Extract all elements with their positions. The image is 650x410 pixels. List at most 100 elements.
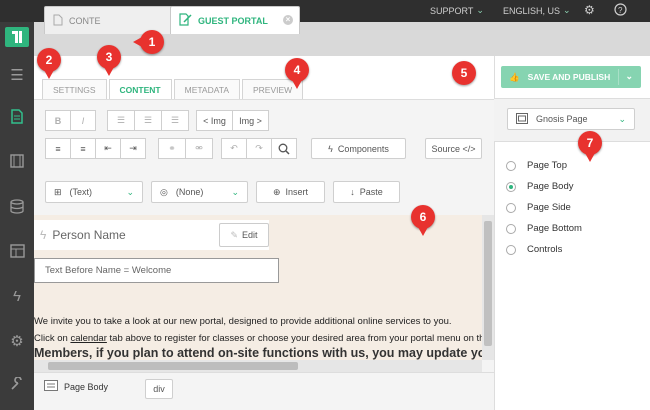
radio-button[interactable] (506, 223, 516, 234)
chevron-down-icon: ⌄ (476, 5, 484, 15)
publish-label: SAVE AND PUBLISH (527, 72, 611, 82)
radio-button[interactable] (506, 244, 516, 255)
numbered-list-icon[interactable]: ≡ (70, 138, 96, 159)
element-tag-button[interactable]: div (145, 379, 173, 399)
region-indicator[interactable]: Page Body (44, 380, 108, 393)
sub-tabs: SETTINGS CONTENT METADATA PREVIEW (42, 79, 305, 99)
undo-icon[interactable]: ↶ (221, 138, 247, 159)
components-label: Components (337, 143, 389, 154)
document-icon (53, 14, 63, 28)
plus-circle-icon: ⊕ (272, 186, 281, 197)
italic-button[interactable]: I (70, 110, 96, 131)
chevron-down-icon: ⌄ (618, 113, 626, 124)
region-option-label: Page Side (527, 202, 571, 213)
horizontal-scrollbar[interactable] (34, 360, 482, 372)
region-option-page-side[interactable]: Page Side (506, 202, 571, 213)
text-before-name-field[interactable]: Text Before Name = Welcome (34, 258, 279, 283)
alignment-group: ☰ ☰ ☰ (107, 110, 189, 131)
tab-metadata[interactable]: METADATA (173, 79, 240, 99)
region-option-page-body[interactable]: Page Body (506, 181, 573, 192)
app-logo (5, 27, 29, 47)
gear-icon[interactable]: ⚙ (584, 3, 595, 17)
tab-settings[interactable]: SETTINGS (42, 79, 107, 99)
chevron-down-icon: ⌄ (231, 186, 239, 197)
save-and-publish-button[interactable]: 👍 SAVE AND PUBLISH ⌄ (501, 66, 641, 88)
scroll-thumb[interactable] (484, 221, 492, 346)
indent-icon[interactable]: ⇥ (120, 138, 146, 159)
link-icon[interactable]: ⚭ (158, 138, 186, 159)
chevron-down-icon: ⌄ (126, 186, 134, 197)
content-editor[interactable]: ϟ Person Name ✎ Edit Text Before Name = … (34, 215, 482, 360)
region-option-label: Page Bottom (527, 223, 582, 234)
table-icon[interactable] (0, 238, 34, 264)
radio-button-selected[interactable] (506, 181, 516, 192)
bold-button[interactable]: B (45, 110, 71, 131)
menu-icon[interactable]: ☰ (0, 62, 34, 88)
search-icon[interactable] (271, 138, 297, 159)
align-right-icon[interactable]: ☰ (161, 110, 189, 131)
tab-guest-portal[interactable]: GUEST PORTAL × (170, 6, 300, 34)
callout-6: 6 (411, 205, 435, 236)
bolt-icon[interactable]: ϟ (0, 283, 34, 309)
chevron-down-icon: ⌄ (563, 5, 571, 15)
arrow-down-icon: ↓ (350, 187, 355, 197)
source-button[interactable]: Source </> (425, 138, 482, 159)
outdent-icon[interactable]: ⇤ (95, 138, 121, 159)
support-link[interactable]: SUPPORT ⌄ (430, 5, 484, 16)
paragraph-text: Click on (34, 333, 71, 344)
align-left-icon[interactable]: ☰ (107, 110, 135, 131)
tab-label: GUEST PORTAL (198, 15, 268, 26)
paragraph-text: tab above to register for classes or cho… (106, 333, 482, 344)
calendar-paragraph: Click on calendar tab above to register … (34, 333, 482, 344)
edit-button[interactable]: ✎ Edit (219, 223, 269, 247)
keyboard-icon (44, 380, 58, 393)
unlink-icon[interactable]: ⚮ (185, 138, 213, 159)
format-select[interactable]: ⊞ (Text) ⌄ (45, 181, 143, 203)
link-group: ⚭ ⚮ (158, 138, 213, 159)
edit-document-icon (179, 13, 192, 28)
insert-button[interactable]: ⊕ Insert (256, 181, 325, 203)
class-select[interactable]: ◎ (None) ⌄ (151, 181, 248, 203)
pencil-icon: ✎ (230, 229, 239, 240)
region-option-label: Controls (527, 244, 563, 255)
tab-label: CONTE (69, 15, 101, 26)
paragraph-icon: ⊞ (54, 186, 62, 197)
page-select[interactable]: Gnosis Page ⌄ (507, 108, 635, 130)
components-button[interactable]: ϟ Components (311, 138, 406, 159)
paste-button[interactable]: ↓ Paste (333, 181, 400, 203)
bullet-list-icon[interactable]: ≡ (45, 138, 71, 159)
region-option-controls[interactable]: Controls (506, 244, 562, 255)
page-select-value: Gnosis Page (536, 114, 588, 124)
region-option-page-top[interactable]: Page Top (506, 160, 567, 171)
document-icon[interactable] (0, 103, 34, 129)
region-option-label: Page Body (527, 181, 574, 192)
palette-icon: ◎ (160, 186, 168, 197)
region-label: Page Body (64, 381, 109, 392)
help-icon[interactable]: ? (614, 3, 627, 16)
scroll-thumb[interactable] (48, 362, 298, 370)
divider (618, 69, 619, 85)
align-center-icon[interactable]: ☰ (134, 110, 162, 131)
image-left-button[interactable]: < Img (196, 110, 233, 131)
calendar-link[interactable]: calendar (70, 333, 106, 344)
language-link[interactable]: ENGLISH, US ⌄ (503, 5, 571, 16)
settings-gear-icon[interactable]: ⚙ (0, 328, 34, 354)
database-icon[interactable] (0, 193, 34, 219)
image-align-group: < Img Img > (196, 110, 269, 131)
image-right-button[interactable]: Img > (232, 110, 269, 131)
region-option-label: Page Top (527, 160, 567, 171)
callout-7: 7 (578, 131, 602, 162)
vertical-scrollbar[interactable] (482, 215, 494, 360)
region-option-page-bottom[interactable]: Page Bottom (506, 223, 582, 234)
film-icon[interactable] (0, 148, 34, 174)
callout-4: 4 (285, 58, 309, 89)
tab-content-editor[interactable]: CONTENT (108, 79, 172, 99)
callout-3: 3 (97, 45, 121, 76)
redo-icon[interactable]: ↷ (246, 138, 272, 159)
wrench-icon[interactable] (0, 371, 34, 397)
chevron-down-icon[interactable]: ⌄ (625, 71, 633, 82)
bolt-icon: ϟ (328, 143, 333, 154)
radio-button[interactable] (506, 160, 516, 171)
radio-button[interactable] (506, 202, 516, 213)
close-icon[interactable]: × (283, 15, 293, 25)
